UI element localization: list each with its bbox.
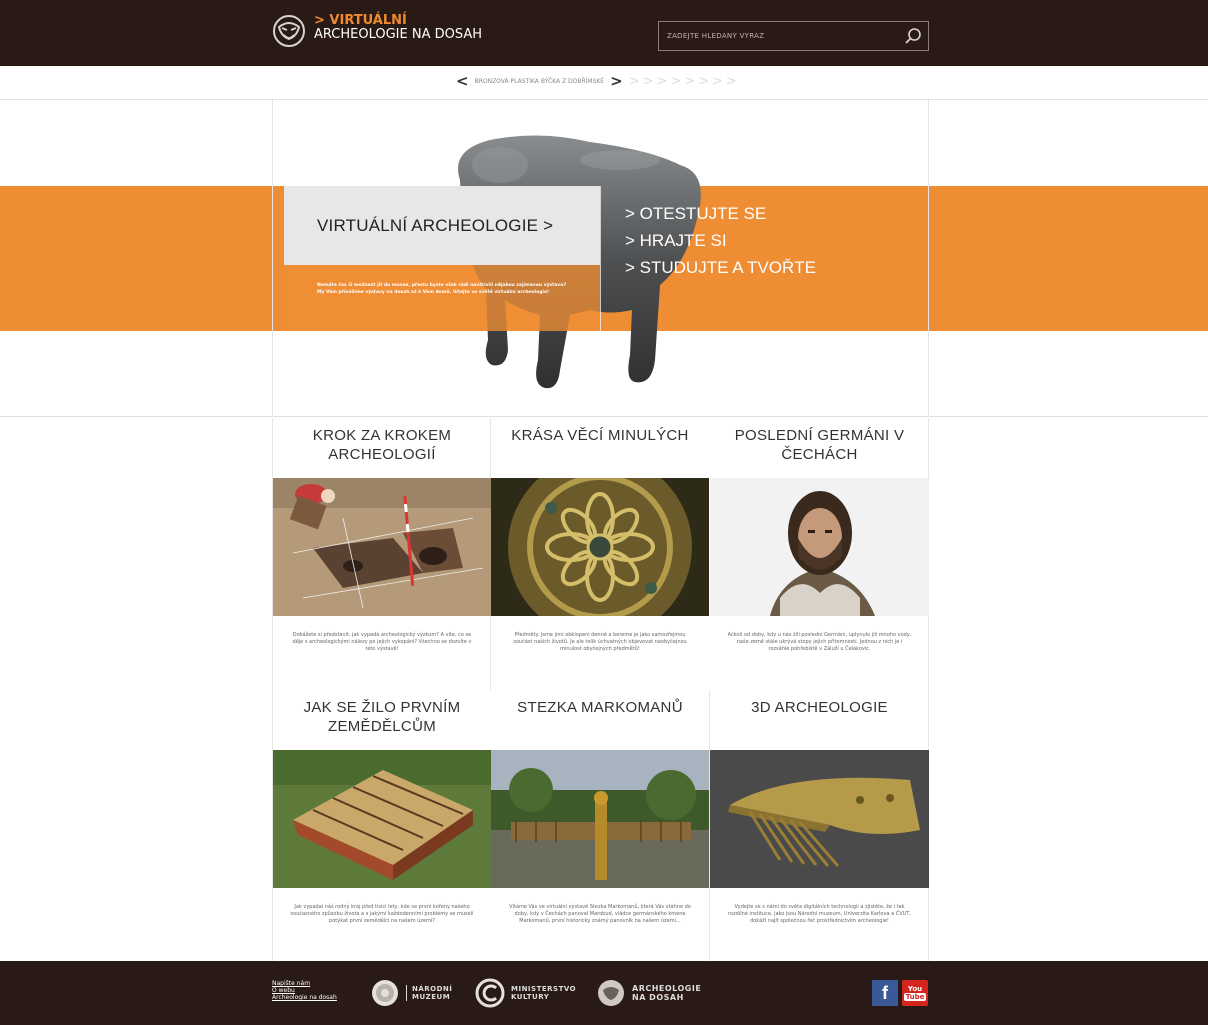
- footer-link-contact[interactable]: Napište nám: [272, 980, 337, 987]
- card-description: Ačkoli od doby, kdy u nás žili poslední …: [727, 632, 912, 652]
- search-box: [658, 21, 929, 51]
- footer-link-project[interactable]: Archeologie na dosah: [272, 994, 337, 1001]
- exhibition-card[interactable]: STEZKA MARKOMANŮ Vítáme Vás ve virtuální…: [491, 690, 709, 963]
- exhibitions-grid: KROK ZA KROKEM ARCHEOLOGIÍ Dokážete si p…: [272, 418, 929, 961]
- logo-subtitle: ARCHEOLOGIE NA DOSAH: [314, 27, 482, 42]
- card-title[interactable]: STEZKA MARKOMANŮ: [491, 690, 709, 750]
- ministry-of-culture-logo[interactable]: MINISTERSTVO KULTURY: [475, 978, 576, 1008]
- facebook-icon[interactable]: f: [872, 980, 898, 1006]
- youtube-icon[interactable]: You Tube: [902, 980, 928, 1006]
- site-logo[interactable]: > VIRTUÁLNÍ ARCHEOLOGIE NA DOSAH: [272, 14, 482, 48]
- menu-item-study[interactable]: > STUDUJTE A TVOŘTE: [625, 254, 816, 281]
- card-description: Vydejte se s námi do světa digitálních t…: [728, 904, 911, 924]
- footer: Napište nám O webu Archeologie na dosah …: [0, 961, 1208, 1025]
- card-title[interactable]: JAK SE ŽILO PRVNÍM ZEMĚDĚLCŮM: [273, 690, 491, 750]
- hero: VIRTUÁLNÍ ARCHEOLOGIE > Nemáte čas či mo…: [0, 100, 1208, 417]
- exhibition-card[interactable]: KRÁSA VĚCÍ MINULÝCH Předměty. Jsme jimi …: [491, 418, 709, 691]
- breadcrumb-current[interactable]: BRONZOVÁ PLASTIKA BÝČKA Z DOBŘÍMSKÉ: [475, 78, 605, 85]
- breadcrumb: < BRONZOVÁ PLASTIKA BÝČKA Z DOBŘÍMSKÉ > …: [0, 66, 1208, 100]
- breadcrumb-trail: >>>>>>>>: [628, 73, 740, 89]
- card-title[interactable]: 3D ARCHEOLOGIE: [710, 690, 929, 750]
- hero-title-box[interactable]: VIRTUÁLNÍ ARCHEOLOGIE >: [284, 186, 600, 265]
- page: > VIRTUÁLNÍ ARCHEOLOGIE NA DOSAH < BRONZ…: [0, 0, 1208, 1025]
- hero-title: VIRTUÁLNÍ ARCHEOLOGIE >: [317, 215, 554, 235]
- logo-mask-icon: [273, 15, 305, 47]
- menu-item-test[interactable]: > OTESTUJTE SE: [625, 200, 816, 227]
- search-button[interactable]: [898, 22, 928, 50]
- footer-link-about[interactable]: O webu: [272, 987, 337, 994]
- hero-intro-text: Nemáte čas či možnost jít do muzea, přes…: [284, 265, 600, 331]
- card-title[interactable]: KROK ZA KROKEM ARCHEOLOGIÍ: [273, 418, 491, 478]
- top-bar: > VIRTUÁLNÍ ARCHEOLOGIE NA DOSAH: [0, 0, 1208, 66]
- golden-brooch-photo[interactable]: [491, 478, 709, 616]
- neolithic-house-render[interactable]: [273, 750, 491, 888]
- card-description: Vítáme Vás ve virtuální výstavě Stezka M…: [509, 904, 691, 924]
- museum-seal-icon: [372, 980, 398, 1006]
- exhibition-card[interactable]: JAK SE ŽILO PRVNÍM ZEMĚDĚLCŮM Jak vypada…: [273, 690, 491, 963]
- mask-icon: [598, 980, 624, 1006]
- hero-menu: > OTESTUJTE SE > HRAJTE SI > STUDUJTE A …: [625, 200, 816, 281]
- card-description: Předměty. Jsme jimi obklopeni denně a be…: [513, 632, 687, 652]
- footer-links: Napište nám O webu Archeologie na dosah: [272, 980, 337, 1001]
- excavation-photo[interactable]: [273, 478, 491, 616]
- national-museum-logo[interactable]: NÁRODNÍ MUZEUM: [370, 978, 452, 1008]
- exhibition-card[interactable]: 3D ARCHEOLOGIE Vydejte se s námi do svět…: [710, 690, 929, 963]
- prev-arrow[interactable]: <: [456, 72, 469, 90]
- card-description: Jak vypadal náš rodný kraj před tisíci l…: [290, 904, 474, 924]
- ministry-c-icon: [475, 978, 505, 1008]
- card-title[interactable]: POSLEDNÍ GERMÁNI V ČECHÁCH: [710, 418, 929, 478]
- next-arrow[interactable]: >: [610, 72, 623, 90]
- logo-title: > VIRTUÁLNÍ: [314, 13, 407, 28]
- archeologie-na-dosah-logo[interactable]: ARCHEOLOGIE NA DOSAH: [596, 978, 701, 1008]
- search-icon: [905, 28, 921, 44]
- exhibition-card[interactable]: KROK ZA KROKEM ARCHEOLOGIÍ Dokážete si p…: [273, 418, 491, 691]
- card-description: Dokážete si představit, jak vypadá arche…: [292, 632, 472, 652]
- card-title[interactable]: KRÁSA VĚCÍ MINULÝCH: [491, 418, 709, 478]
- exhibition-card[interactable]: POSLEDNÍ GERMÁNI V ČECHÁCH Ačkoli od dob…: [710, 418, 929, 691]
- germanic-warrior-photo[interactable]: [710, 478, 929, 616]
- 3d-comb-render[interactable]: [710, 750, 929, 888]
- marcomanni-trail-photo[interactable]: [491, 750, 709, 888]
- menu-item-play[interactable]: > HRAJTE SI: [625, 227, 816, 254]
- search-input[interactable]: [659, 22, 898, 50]
